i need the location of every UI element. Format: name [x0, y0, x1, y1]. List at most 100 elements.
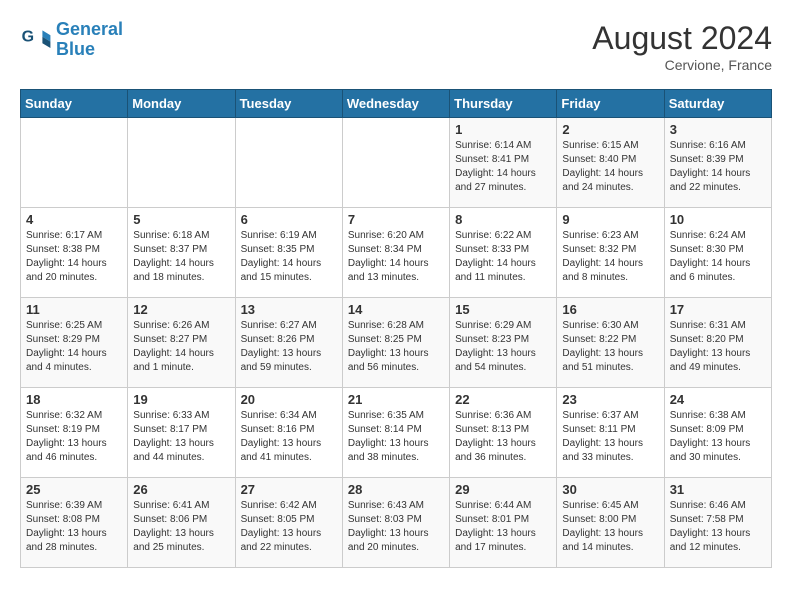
calendar-cell: 24Sunrise: 6:38 AM Sunset: 8:09 PM Dayli… [664, 388, 771, 478]
calendar-cell: 13Sunrise: 6:27 AM Sunset: 8:26 PM Dayli… [235, 298, 342, 388]
calendar-cell: 17 Sunrise: 6:31 AM Sunset: 8:20 PM Dayli… [664, 298, 771, 388]
calendar-cell: 15 Sunrise: 6:29 AM Sunset: 8:23 PM Dayli… [450, 298, 557, 388]
day-info: Sunrise: 6:37 AM Sunset: 8:11 PM Dayligh… [562, 409, 658, 465]
day-info: Sunrise: 6:42 AM Sunset: 8:05 PM Dayligh… [241, 499, 337, 555]
day-number: 25 [26, 482, 122, 497]
day-number: 17 [670, 302, 766, 317]
day-number: 14 [348, 302, 444, 317]
day-info: Sunrise: 6:14 AM Sunset: 8:41 PM Dayligh… [455, 139, 551, 195]
day-info: Sunrise: 6:24 AM Sunset: 8:30 PM Dayligh… [670, 229, 766, 285]
day-number: 20 [241, 392, 337, 407]
calendar-cell: 8 Sunrise: 6:22 AM Sunset: 8:33 PM Daylig… [450, 208, 557, 298]
calendar-cell: 27 Sunrise: 6:42 AM Sunset: 8:05 PM Dayli… [235, 478, 342, 568]
day-number: 26 [133, 482, 229, 497]
day-number: 21 [348, 392, 444, 407]
day-number: 30 [562, 482, 658, 497]
calendar-week-4: 18 Sunrise: 6:32 AM Sunset: 8:19 PM Dayli… [21, 388, 772, 478]
day-number: 28 [348, 482, 444, 497]
calendar-cell: 23 Sunrise: 6:37 AM Sunset: 8:11 PM Dayli… [557, 388, 664, 478]
header-friday: Friday [557, 90, 664, 118]
calendar-cell: 5 Sunrise: 6:18 AM Sunset: 8:37 PM Daylig… [128, 208, 235, 298]
day-number: 29 [455, 482, 551, 497]
calendar-cell [128, 118, 235, 208]
calendar-cell: 6 Sunrise: 6:19 AM Sunset: 8:35 PM Daylig… [235, 208, 342, 298]
calendar-cell: 18 Sunrise: 6:32 AM Sunset: 8:19 PM Dayli… [21, 388, 128, 478]
day-number: 2 [562, 122, 658, 137]
calendar-week-2: 4Sunrise: 6:17 AM Sunset: 8:38 PM Daylig… [21, 208, 772, 298]
logo-line2: Blue [56, 39, 95, 59]
calendar-week-1: 1 Sunrise: 6:14 AM Sunset: 8:41 PM Daylig… [21, 118, 772, 208]
header-wednesday: Wednesday [342, 90, 449, 118]
calendar-cell: 31 Sunrise: 6:46 AM Sunset: 7:58 PM Dayli… [664, 478, 771, 568]
location-label: Cervione, France [592, 57, 772, 73]
calendar-cell [21, 118, 128, 208]
calendar-week-3: 11 Sunrise: 6:25 AM Sunset: 8:29 PM Dayli… [21, 298, 772, 388]
day-info: Sunrise: 6:43 AM Sunset: 8:03 PM Dayligh… [348, 499, 444, 555]
calendar-week-5: 25 Sunrise: 6:39 AM Sunset: 8:08 PM Dayli… [21, 478, 772, 568]
day-info: Sunrise: 6:30 AM Sunset: 8:22 PM Dayligh… [562, 319, 658, 375]
day-number: 22 [455, 392, 551, 407]
day-number: 13 [241, 302, 337, 317]
day-number: 5 [133, 212, 229, 227]
logo: G General Blue [20, 20, 123, 60]
day-number: 19 [133, 392, 229, 407]
day-info: Sunrise: 6:35 AM Sunset: 8:14 PM Dayligh… [348, 409, 444, 465]
day-info: Sunrise: 6:29 AM Sunset: 8:23 PM Dayligh… [455, 319, 551, 375]
calendar-cell: 21 Sunrise: 6:35 AM Sunset: 8:14 PM Dayli… [342, 388, 449, 478]
month-year-title: August 2024 [592, 20, 772, 57]
page-header: G General Blue August 2024 Cervione, Fra… [20, 20, 772, 73]
calendar-cell: 26 Sunrise: 6:41 AM Sunset: 8:06 PM Dayli… [128, 478, 235, 568]
day-number: 6 [241, 212, 337, 227]
calendar-cell: 12Sunrise: 6:26 AM Sunset: 8:27 PM Dayli… [128, 298, 235, 388]
calendar-cell: 14Sunrise: 6:28 AM Sunset: 8:25 PM Dayli… [342, 298, 449, 388]
calendar-cell: 7 Sunrise: 6:20 AM Sunset: 8:34 PM Daylig… [342, 208, 449, 298]
day-info: Sunrise: 6:41 AM Sunset: 8:06 PM Dayligh… [133, 499, 229, 555]
header-row: Sunday Monday Tuesday Wednesday Thursday… [21, 90, 772, 118]
day-number: 27 [241, 482, 337, 497]
header-saturday: Saturday [664, 90, 771, 118]
day-number: 23 [562, 392, 658, 407]
day-info: Sunrise: 6:32 AM Sunset: 8:19 PM Dayligh… [26, 409, 122, 465]
calendar-cell: 28 Sunrise: 6:43 AM Sunset: 8:03 PM Dayli… [342, 478, 449, 568]
day-info: Sunrise: 6:31 AM Sunset: 8:20 PM Dayligh… [670, 319, 766, 375]
day-number: 1 [455, 122, 551, 137]
day-info: Sunrise: 6:20 AM Sunset: 8:34 PM Dayligh… [348, 229, 444, 285]
day-number: 10 [670, 212, 766, 227]
calendar-cell: 19 Sunrise: 6:33 AM Sunset: 8:17 PM Dayli… [128, 388, 235, 478]
calendar-cell: 3 Sunrise: 6:16 AM Sunset: 8:39 PM Daylig… [664, 118, 771, 208]
calendar-cell: 30Sunrise: 6:45 AM Sunset: 8:00 PM Dayli… [557, 478, 664, 568]
day-number: 16 [562, 302, 658, 317]
calendar-cell: 2 Sunrise: 6:15 AM Sunset: 8:40 PM Daylig… [557, 118, 664, 208]
calendar-cell: 29Sunrise: 6:44 AM Sunset: 8:01 PM Dayli… [450, 478, 557, 568]
day-info: Sunrise: 6:19 AM Sunset: 8:35 PM Dayligh… [241, 229, 337, 285]
day-info: Sunrise: 6:18 AM Sunset: 8:37 PM Dayligh… [133, 229, 229, 285]
header-monday: Monday [128, 90, 235, 118]
day-info: Sunrise: 6:15 AM Sunset: 8:40 PM Dayligh… [562, 139, 658, 195]
day-number: 8 [455, 212, 551, 227]
day-number: 3 [670, 122, 766, 137]
svg-text:G: G [22, 28, 34, 45]
calendar-cell: 10 Sunrise: 6:24 AM Sunset: 8:30 PM Dayli… [664, 208, 771, 298]
calendar-cell: 20Sunrise: 6:34 AM Sunset: 8:16 PM Dayli… [235, 388, 342, 478]
day-info: Sunrise: 6:39 AM Sunset: 8:08 PM Dayligh… [26, 499, 122, 555]
day-info: Sunrise: 6:33 AM Sunset: 8:17 PM Dayligh… [133, 409, 229, 465]
day-number: 15 [455, 302, 551, 317]
day-number: 7 [348, 212, 444, 227]
day-number: 18 [26, 392, 122, 407]
logo-text: General Blue [56, 20, 123, 60]
day-info: Sunrise: 6:25 AM Sunset: 8:29 PM Dayligh… [26, 319, 122, 375]
day-number: 11 [26, 302, 122, 317]
title-section: August 2024 Cervione, France [592, 20, 772, 73]
header-thursday: Thursday [450, 90, 557, 118]
calendar-table: Sunday Monday Tuesday Wednesday Thursday… [20, 89, 772, 568]
day-info: Sunrise: 6:22 AM Sunset: 8:33 PM Dayligh… [455, 229, 551, 285]
day-number: 12 [133, 302, 229, 317]
calendar-cell [235, 118, 342, 208]
calendar-cell: 9Sunrise: 6:23 AM Sunset: 8:32 PM Daylig… [557, 208, 664, 298]
day-info: Sunrise: 6:16 AM Sunset: 8:39 PM Dayligh… [670, 139, 766, 195]
day-info: Sunrise: 6:46 AM Sunset: 7:58 PM Dayligh… [670, 499, 766, 555]
day-info: Sunrise: 6:38 AM Sunset: 8:09 PM Dayligh… [670, 409, 766, 465]
day-number: 9 [562, 212, 658, 227]
day-number: 31 [670, 482, 766, 497]
logo-icon: G [20, 24, 52, 56]
